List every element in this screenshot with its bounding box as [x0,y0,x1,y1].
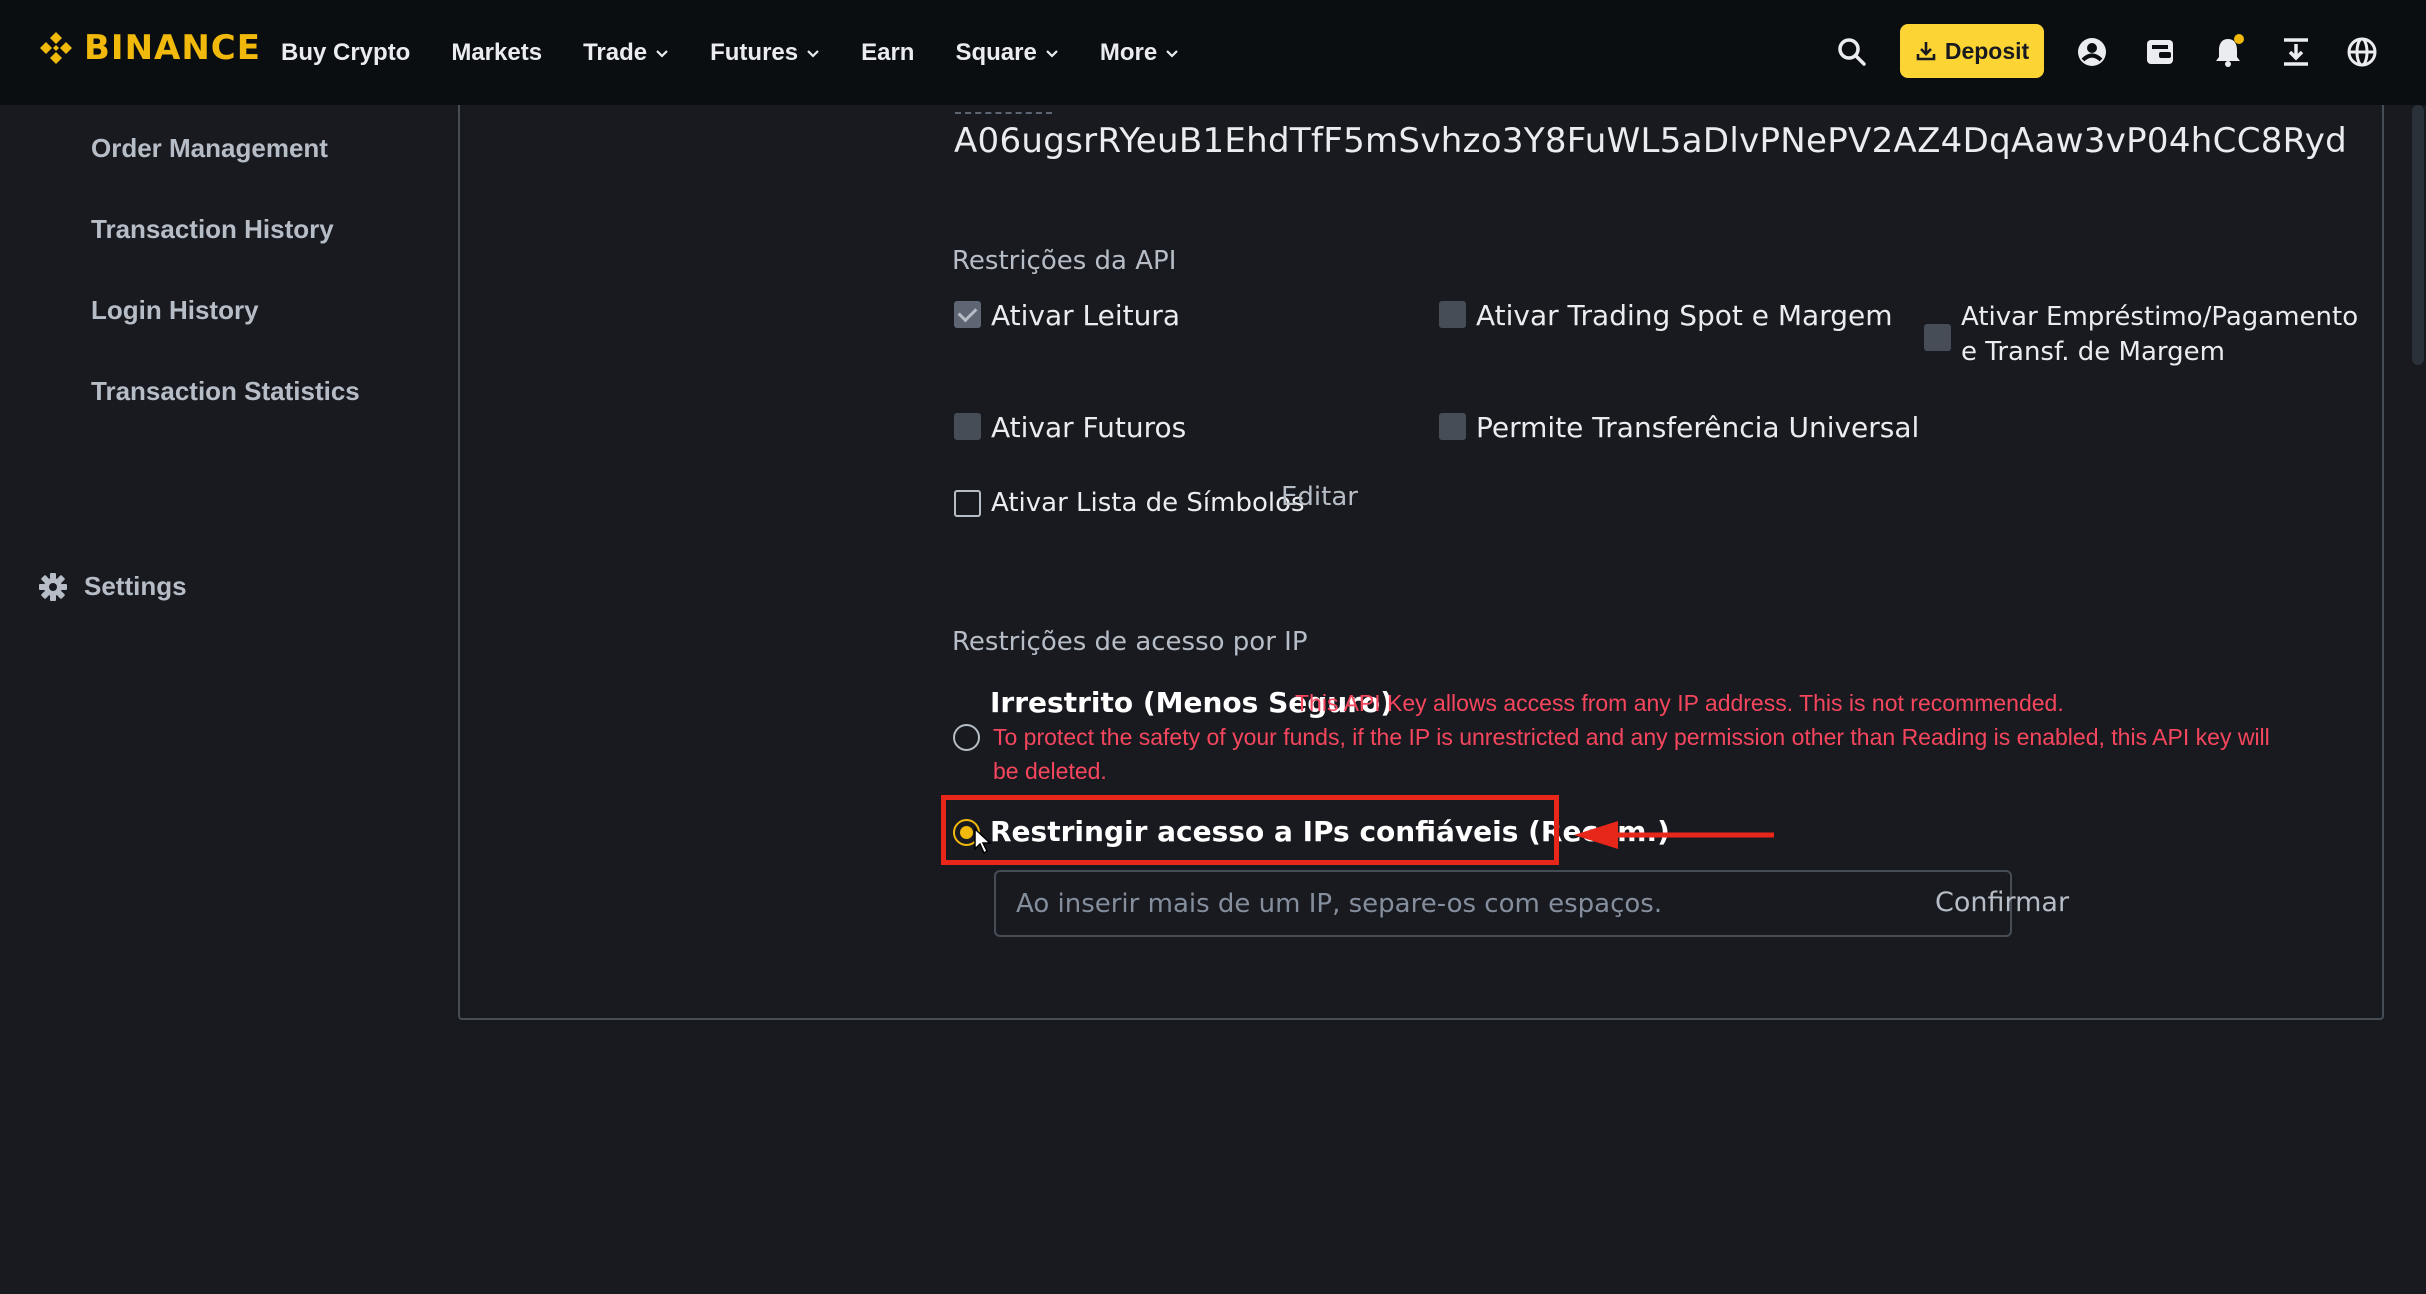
download-app-button[interactable] [2278,34,2314,70]
checkbox-symbol-whitelist[interactable]: Ativar Lista de Símbolos [954,488,1305,518]
deposit-label: Deposit [1944,37,2030,64]
checkbox-box[interactable] [1439,301,1466,328]
checkbox-label-line: Ativar Empréstimo/Pagamento [1961,302,2359,332]
checkbox-label: Permite Transferência Universal [1476,411,1920,444]
sidebar-item-transaction-statistics[interactable]: Transaction Statistics [91,376,360,407]
nav-menu: Buy Crypto Markets Trade Futures Earn Sq… [281,0,1220,105]
ip-restrictions-title: Restrições de acesso por IP [952,627,1308,657]
binance-logo[interactable]: BINANCE [36,28,261,68]
ip-input-container [994,870,2012,937]
nav-item-label: Trade [583,38,648,66]
checkbox-box[interactable] [954,490,981,517]
annotation-arrow-icon [1574,821,1774,849]
wallet-button[interactable] [2142,34,2178,70]
checkbox-enable-margin-loan[interactable]: Ativar Empréstimo/Pagamento e Transf. de… [1924,300,2358,370]
checkbox-label: Ativar Lista de Símbolos [991,488,1305,518]
logo-text: BINANCE [84,28,261,68]
nav-item-label: Buy Crypto [281,38,411,66]
sidebar-item-order-management[interactable]: Order Management [91,133,328,164]
nav-item-label: More [1099,38,1158,66]
checkbox-box[interactable] [954,413,981,440]
api-secret-key[interactable]: A06ugsrRYeuB1EhdTfF5mSvhzo3Y8FuWL5aDlvPN… [954,121,2347,161]
binance-logo-icon [40,32,72,64]
sidebar-item-transaction-history[interactable]: Transaction History [91,214,334,245]
globe-icon [2347,37,2377,67]
chevron-down-icon [807,49,819,58]
radio-unrestricted[interactable] [953,724,980,751]
ip-warning-line-1: This API Key allows access from any IP a… [1295,690,2064,716]
edit-symbol-whitelist-link[interactable]: Editar [1281,482,1358,512]
checkbox-label: Ativar Trading Spot e Margem [1476,299,1893,332]
checkbox-universal-transfer[interactable]: Permite Transferência Universal [1439,411,1919,444]
checkbox-label: Ativar Futuros [991,411,1187,444]
sidebar: Order Management Transaction History Log… [0,105,460,1294]
download-app-icon [2284,38,2308,66]
page-scrollbar[interactable] [2412,105,2424,365]
nav-item-more[interactable]: More [1100,39,1179,67]
nav-item-markets[interactable]: Markets [451,39,542,67]
top-navigation: BINANCE Buy Crypto Markets Trade Futures… [0,0,2426,105]
nav-item-square[interactable]: Square [955,39,1058,67]
checkbox-enable-reading[interactable]: Ativar Leitura [954,299,1180,332]
checkbox-box[interactable] [1924,324,1951,351]
checkbox-box[interactable] [1439,413,1466,440]
checkbox-label: Ativar Empréstimo/Pagamento e Transf. de… [1961,300,2358,370]
api-restrictions-title: Restrições da API [952,246,1177,276]
checkbox-box[interactable] [954,301,981,328]
user-icon [2078,38,2106,66]
nav-item-trade[interactable]: Trade [583,39,669,67]
annotation-highlight-box [941,795,1559,865]
sidebar-item-settings[interactable]: Settings [38,571,187,602]
chevron-down-icon [1166,49,1178,58]
ip-warning-line-2: To protect the safety of your funds, if … [993,724,2270,750]
checkbox-label-line: e Transf. de Margem [1961,337,2225,367]
checkbox-enable-futures[interactable]: Ativar Futuros [954,411,1186,444]
nav-item-earn[interactable]: Earn [861,39,914,67]
trusted-ip-input[interactable] [1016,884,1896,924]
checkbox-label: Ativar Leitura [991,299,1181,332]
deposit-button[interactable]: Deposit [1900,24,2044,78]
chevron-down-icon [656,49,668,58]
settings-label: Settings [84,571,187,601]
wallet-icon [2147,40,2173,64]
chevron-down-icon [1046,49,1058,58]
sidebar-item-login-history[interactable]: Login History [91,295,259,326]
notifications-button[interactable] [2210,34,2246,70]
language-button[interactable] [2344,34,2380,70]
nav-item-label: Futures [710,38,799,66]
ip-warning-line-3: be deleted. [993,758,1107,784]
user-button[interactable] [2074,34,2110,70]
notification-dot [2234,34,2244,44]
nav-item-label: Markets [451,38,543,66]
nav-item-futures[interactable]: Futures [710,39,820,67]
nav-item-label: Square [955,38,1037,66]
download-icon [1916,42,1936,61]
search-icon [1838,38,1866,66]
checkbox-enable-spot-margin[interactable]: Ativar Trading Spot e Margem [1439,299,1893,332]
nav-item-buy-crypto[interactable]: Buy Crypto [281,39,410,67]
confirm-ip-button[interactable]: Confirmar [1935,887,2069,918]
search-button[interactable] [1834,34,1870,70]
secret-key-label-underline [955,112,1052,114]
gear-icon [39,572,67,601]
nav-item-label: Earn [861,38,915,66]
